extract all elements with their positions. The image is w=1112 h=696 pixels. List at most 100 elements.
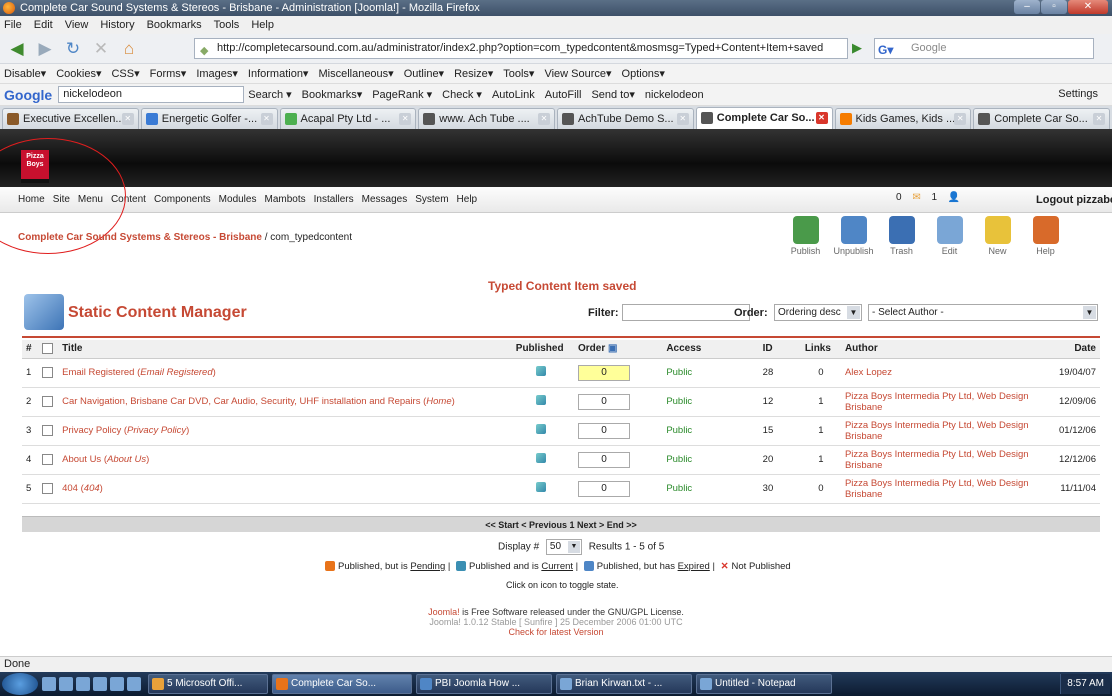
- order-input[interactable]: 0: [578, 364, 630, 381]
- help-button[interactable]: Help: [1023, 216, 1068, 262]
- quick-launch-icon[interactable]: [127, 677, 141, 691]
- tab-acapal[interactable]: Acapal Pty Ltd - ... ✕: [279, 108, 417, 129]
- menu-edit[interactable]: Edit: [34, 19, 53, 31]
- breadcrumb-site[interactable]: Complete Car Sound Systems & Stereos - B…: [18, 232, 262, 243]
- row-checkbox[interactable]: [42, 482, 54, 494]
- search-box[interactable]: G▾ Google: [874, 38, 1094, 59]
- wd-information[interactable]: Information▾: [248, 67, 309, 80]
- edit-button[interactable]: Edit: [927, 216, 972, 262]
- tab-energetic-golfer[interactable]: Energetic Golfer -... ✕: [140, 108, 278, 129]
- menu-history[interactable]: History: [100, 19, 134, 31]
- row-title-link[interactable]: About Us (About Us): [58, 445, 512, 475]
- menu-tools[interactable]: Tools: [214, 19, 240, 31]
- published-icon[interactable]: [535, 366, 546, 376]
- task-complete-car[interactable]: Complete Car So...: [272, 674, 412, 694]
- maximize-button[interactable]: ▫: [1041, 0, 1067, 14]
- row-access[interactable]: Public: [662, 387, 759, 417]
- stop-icon[interactable]: ✕: [88, 38, 114, 60]
- quick-launch-icon[interactable]: [59, 677, 73, 691]
- wd-view-source[interactable]: View Source▾: [544, 67, 611, 80]
- row-title-link[interactable]: Car Navigation, Brisbane Car DVD, Car Au…: [58, 387, 512, 417]
- row-author[interactable]: Pizza Boys Intermedia Pty Ltd, Web Desig…: [840, 416, 1054, 446]
- task-microsoft-office[interactable]: 5 Microsoft Offi...: [148, 674, 268, 694]
- wd-forms[interactable]: Forms▾: [150, 67, 187, 80]
- save-order-icon[interactable]: ▣: [608, 343, 617, 354]
- check-version-link[interactable]: Check for latest Version: [0, 627, 1112, 637]
- quick-launch-icon[interactable]: [76, 677, 90, 691]
- close-button[interactable]: ✕: [1068, 0, 1108, 14]
- jmenu-modules[interactable]: Modules: [219, 194, 257, 205]
- tab-close-icon[interactable]: ✕: [121, 113, 134, 125]
- jmenu-mambots[interactable]: Mambots: [264, 194, 305, 205]
- wd-outline[interactable]: Outline▾: [404, 67, 444, 80]
- row-title-link[interactable]: Privacy Policy (Privacy Policy): [58, 416, 512, 446]
- published-icon[interactable]: [535, 482, 546, 492]
- address-bar[interactable]: ◆ http://completecarsound.com.au/adminis…: [194, 38, 848, 59]
- row-checkbox[interactable]: [42, 366, 54, 378]
- joomla-link[interactable]: Joomla!: [428, 607, 460, 617]
- row-checkbox[interactable]: [42, 424, 54, 436]
- trash-button[interactable]: Trash: [879, 216, 924, 262]
- jmenu-components[interactable]: Components: [154, 194, 211, 205]
- users-icon[interactable]: 👤: [948, 192, 960, 203]
- gbar-bookmarks[interactable]: Bookmarks▾: [302, 88, 363, 101]
- menu-view[interactable]: View: [65, 19, 89, 31]
- gbar-settings[interactable]: Settings: [1058, 88, 1098, 100]
- author-select[interactable]: - Select Author - ▼: [868, 304, 1098, 321]
- logout-link[interactable]: Logout pizzaboy: [1036, 194, 1112, 206]
- row-author[interactable]: Pizza Boys Intermedia Pty Ltd, Web Desig…: [840, 387, 1054, 417]
- row-title-link[interactable]: 404 (404): [58, 474, 512, 504]
- messages-icon[interactable]: ✉: [912, 192, 920, 203]
- tab-close-icon[interactable]: ✕: [815, 112, 828, 124]
- tab-executive[interactable]: Executive Excellen... ✕: [2, 108, 139, 129]
- order-input[interactable]: 0: [578, 422, 630, 439]
- tab-kids-games[interactable]: Kids Games, Kids ... ✕: [834, 108, 972, 129]
- gbar-check[interactable]: Check ▾: [442, 88, 482, 101]
- row-checkbox[interactable]: [42, 395, 54, 407]
- tab-ach-tube[interactable]: www. Ach Tube .... ✕: [418, 108, 555, 129]
- tab-close-icon[interactable]: ✕: [676, 113, 689, 125]
- legend-pending-link[interactable]: Pending: [410, 561, 445, 572]
- task-pbi-joomla[interactable]: PBI Joomla How ...: [416, 674, 552, 694]
- legend-current-link[interactable]: Current: [541, 561, 573, 572]
- tab-close-icon[interactable]: ✕: [399, 113, 412, 125]
- row-title-link[interactable]: Email Registered (Email Registered): [58, 358, 512, 388]
- task-brian-kirwan[interactable]: Brian Kirwan.txt - ...: [556, 674, 692, 694]
- tab-close-icon[interactable]: ✕: [260, 113, 273, 125]
- google-query-input[interactable]: nickelodeon: [58, 86, 245, 103]
- jmenu-installers[interactable]: Installers: [314, 194, 354, 205]
- tab-close-icon[interactable]: ✕: [954, 113, 967, 125]
- pagination[interactable]: << Start < Previous 1 Next > End >>: [22, 516, 1100, 532]
- gbar-autofill[interactable]: AutoFill: [545, 89, 582, 101]
- tab-close-icon[interactable]: ✕: [1093, 113, 1105, 125]
- published-icon[interactable]: [535, 453, 546, 463]
- tab-complete-car[interactable]: Complete Car So... ✕: [973, 108, 1110, 129]
- clock[interactable]: 8:57 AM: [1067, 678, 1104, 689]
- display-select[interactable]: 50 ▼: [545, 539, 582, 555]
- gbar-autolink[interactable]: AutoLink: [492, 89, 535, 101]
- wd-resize[interactable]: Resize▾: [454, 67, 493, 80]
- unpublish-button[interactable]: Unpublish: [831, 216, 876, 262]
- row-checkbox[interactable]: [42, 453, 54, 465]
- published-icon[interactable]: [535, 424, 546, 434]
- published-icon[interactable]: [535, 395, 546, 405]
- row-author[interactable]: Pizza Boys Intermedia Pty Ltd, Web Desig…: [840, 445, 1054, 475]
- tab-close-icon[interactable]: ✕: [538, 113, 550, 125]
- minimize-button[interactable]: –: [1014, 0, 1040, 14]
- row-access[interactable]: Public: [662, 416, 759, 446]
- quick-launch-icon[interactable]: [42, 677, 56, 691]
- home-icon[interactable]: ⌂: [116, 38, 142, 60]
- menu-file[interactable]: File: [4, 19, 22, 31]
- row-author[interactable]: Pizza Boys Intermedia Pty Ltd, Web Desig…: [840, 474, 1054, 504]
- filter-input[interactable]: [622, 304, 750, 321]
- gbar-term[interactable]: nickelodeon: [645, 89, 704, 101]
- gbar-send-to[interactable]: Send to▾: [591, 88, 634, 101]
- tab-achtube-demo[interactable]: AchTube Demo S... ✕: [557, 108, 694, 129]
- order-input[interactable]: 0: [578, 393, 630, 410]
- back-button[interactable]: ◀: [4, 38, 30, 60]
- wd-tools[interactable]: Tools▾: [503, 67, 534, 80]
- order-input[interactable]: 0: [578, 480, 630, 497]
- jmenu-system[interactable]: System: [415, 194, 448, 205]
- wd-cookies[interactable]: Cookies▾: [56, 67, 101, 80]
- wd-miscellaneous[interactable]: Miscellaneous▾: [318, 67, 393, 80]
